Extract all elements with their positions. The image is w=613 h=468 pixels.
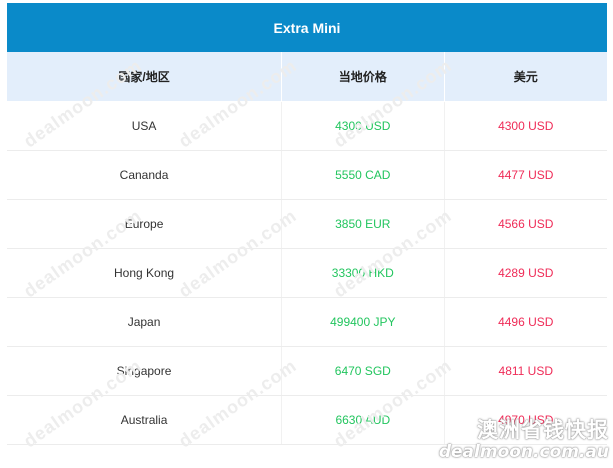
table-header-row: 国家/地区 当地价格 美元 [7, 52, 607, 102]
table-row: Australia 6630 AUD 4970 USD [7, 396, 607, 445]
country-cell: USA [131, 119, 157, 133]
local-price-cell: 4300 USD [281, 102, 443, 150]
usd-price-cell: 4477 USD [443, 151, 607, 199]
usd-price-cell: 4289 USD [443, 249, 607, 297]
country-cell: Singapore [116, 364, 172, 378]
local-price-cell: 499400 JPY [281, 298, 443, 346]
country-cell: Japan [127, 315, 161, 329]
price-table: Extra Mini 国家/地区 当地价格 美元 USA 4300 USD 43… [7, 3, 607, 445]
brand-watermark-en: dealmoon.com.au [438, 442, 609, 462]
country-cell: Europe [124, 217, 164, 231]
country-cell: Hong Kong [114, 266, 175, 280]
header-usd: 美元 [443, 52, 607, 101]
table-row: Hong Kong 33300 HKD 4289 USD [7, 249, 607, 298]
local-price-cell: 5550 CAD [281, 151, 443, 199]
header-local-price: 当地价格 [281, 52, 443, 101]
usd-price-cell: 4811 USD [443, 347, 607, 395]
country-cell: Australia [120, 413, 168, 427]
local-price-cell: 33300 HKD [281, 249, 443, 297]
usd-price-cell: 4566 USD [443, 200, 607, 248]
table-row: Europe 3850 EUR 4566 USD [7, 200, 607, 249]
local-price-cell: 6470 SGD [281, 347, 443, 395]
usd-price-cell: 4970 USD [443, 396, 607, 444]
table-row: Singapore 6470 SGD 4811 USD [7, 347, 607, 396]
table-row: Japan 499400 JPY 4496 USD [7, 298, 607, 347]
header-country: 国家/地区 [118, 70, 170, 84]
local-price-cell: 6630 AUD [281, 396, 443, 444]
table-title: Extra Mini [7, 3, 607, 52]
table-row: Cananda 5550 CAD 4477 USD [7, 151, 607, 200]
usd-price-cell: 4496 USD [443, 298, 607, 346]
table-row: USA 4300 USD 4300 USD [7, 102, 607, 151]
usd-price-cell: 4300 USD [443, 102, 607, 150]
local-price-cell: 3850 EUR [281, 200, 443, 248]
country-cell: Cananda [119, 168, 169, 182]
